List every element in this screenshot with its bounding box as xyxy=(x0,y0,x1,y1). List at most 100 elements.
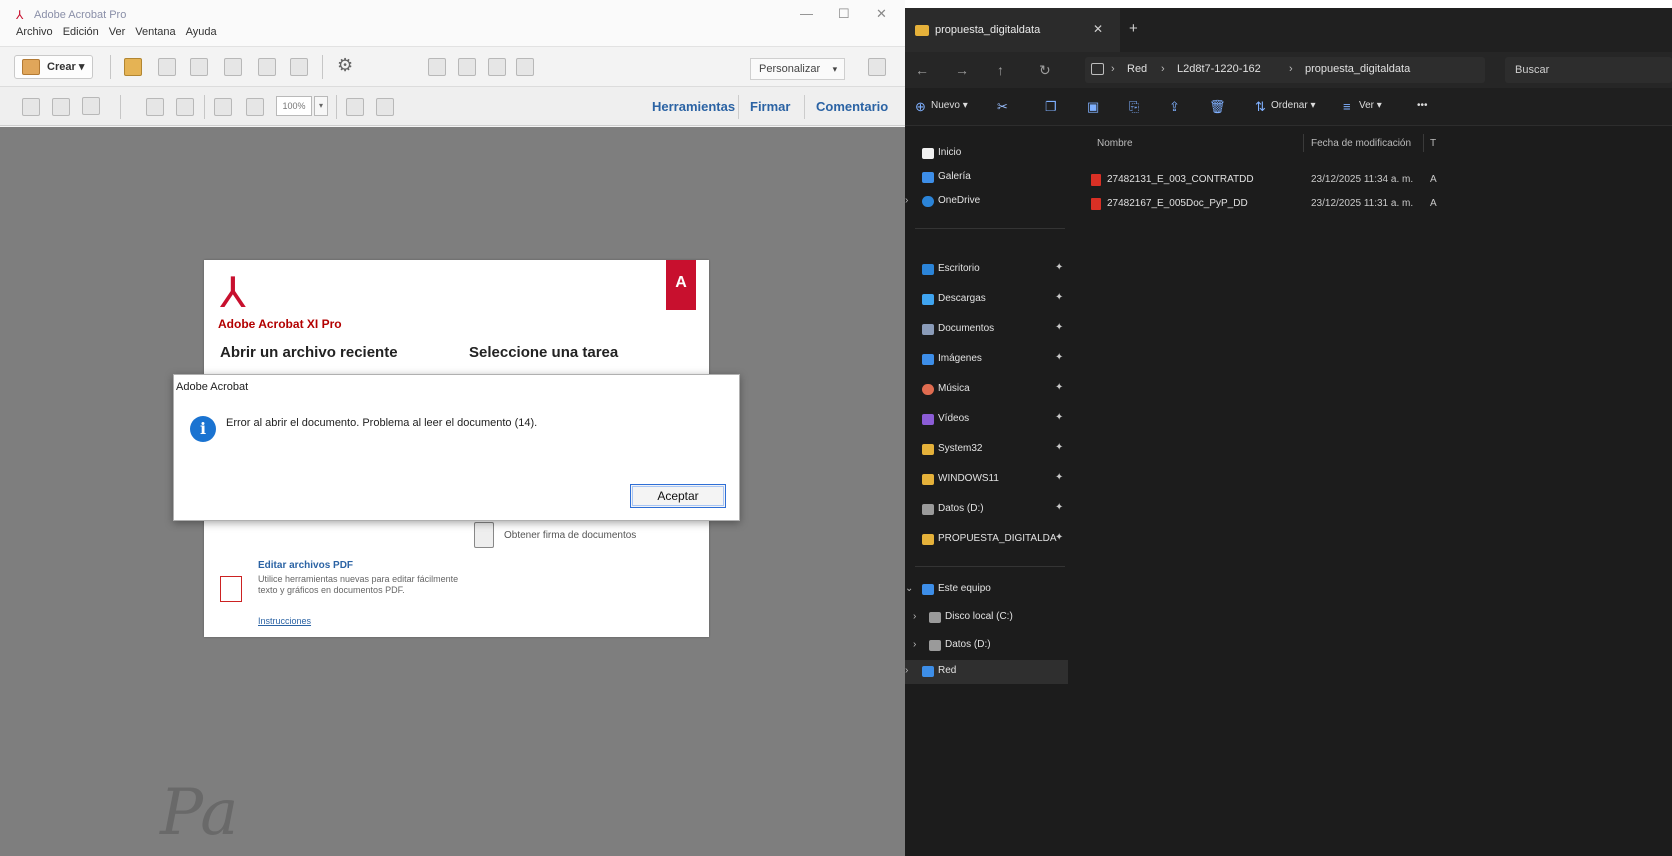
page-number-field[interactable] xyxy=(82,97,100,115)
zoom-dropdown-icon[interactable]: ▾ xyxy=(314,96,328,116)
breadcrumb-host[interactable]: L2d8t7-1220-162 xyxy=(1177,63,1261,75)
sort-button[interactable]: Ordenar ▾ xyxy=(1271,100,1316,111)
chevron-down-icon[interactable]: ⌄ xyxy=(905,583,913,594)
tab-close-icon[interactable]: ✕ xyxy=(1093,22,1103,36)
download-icon xyxy=(922,294,934,305)
sidebar-item-galeria[interactable]: Galería xyxy=(905,166,1068,190)
search-input[interactable]: Buscar xyxy=(1505,57,1672,83)
share-icon[interactable]: ⇪ xyxy=(1169,99,1180,115)
column-header-name[interactable]: Nombre xyxy=(1097,138,1133,149)
chevron-right-icon[interactable]: › xyxy=(905,195,908,206)
edit-pdf-title[interactable]: Editar archivos PDF xyxy=(258,560,353,571)
page-view-icon[interactable] xyxy=(428,58,446,76)
email-icon[interactable] xyxy=(224,58,242,76)
next-page-icon[interactable] xyxy=(52,98,70,116)
table-row[interactable]: 27482131_E_003_CONTRATDD 23/12/2025 11:3… xyxy=(1085,170,1672,190)
chevron-right-icon[interactable]: › xyxy=(913,611,916,622)
up-icon[interactable]: ↑ xyxy=(997,62,1004,78)
page-view-icon[interactable] xyxy=(458,58,476,76)
toolbar-divider xyxy=(204,95,205,119)
drive-icon xyxy=(922,504,934,515)
accept-button[interactable]: Aceptar xyxy=(630,484,726,508)
fit-width-icon[interactable] xyxy=(376,98,394,116)
hand-tool-icon[interactable] xyxy=(176,98,194,116)
customize-button[interactable]: Personalizar ▾ xyxy=(750,58,846,80)
gear-icon[interactable]: ⚙ xyxy=(337,55,353,76)
fit-page-icon[interactable] xyxy=(346,98,364,116)
new-tab-icon[interactable]: + xyxy=(1129,20,1138,37)
pictures-icon xyxy=(922,354,934,365)
view-icon: ≡ xyxy=(1343,99,1351,114)
sidebar-item-system32[interactable]: System32 ✦ xyxy=(905,438,1068,462)
page-view-icon[interactable] xyxy=(488,58,506,76)
sidebar-item-musica[interactable]: Música ✦ xyxy=(905,378,1068,402)
column-divider[interactable] xyxy=(1303,134,1304,152)
print-icon[interactable] xyxy=(190,58,208,76)
task-get-signature[interactable]: Obtener firma de documentos xyxy=(474,522,674,552)
table-row[interactable]: 27482167_E_005Doc_PyP_DD 23/12/2025 11:3… xyxy=(1085,194,1672,214)
refresh-icon[interactable]: ↻ xyxy=(1039,62,1051,79)
rename-icon[interactable]: ⎘ xyxy=(1129,99,1139,115)
zoom-level-input[interactable]: 100% xyxy=(276,96,312,116)
explorer-tab[interactable]: propuesta_digitaldata ✕ xyxy=(905,8,1120,52)
sidebar-item-windows11[interactable]: WINDOWS11 ✦ xyxy=(905,468,1068,492)
sidebar-item-propuesta[interactable]: PROPUESTA_DIGITALDA ✦ xyxy=(905,528,1068,552)
back-icon[interactable]: ← xyxy=(915,62,929,78)
open-folder-icon[interactable] xyxy=(124,58,142,76)
forward-icon[interactable]: → xyxy=(955,62,969,78)
menu-ver[interactable]: Ver xyxy=(109,26,126,38)
copy-icon[interactable]: ❐ xyxy=(1045,99,1057,115)
sidebar-item-disco-local[interactable]: › Disco local (C:) xyxy=(905,606,1068,630)
breadcrumb[interactable]: › Red › L2d8t7-1220-162 › propuesta_digi… xyxy=(1085,57,1485,83)
minimize-icon[interactable]: — xyxy=(800,6,813,21)
sidebar-item-este-equipo[interactable]: ⌄ Este equipo xyxy=(905,578,1068,602)
cut-icon[interactable]: ✂ xyxy=(997,99,1008,115)
breadcrumb-folder[interactable]: propuesta_digitaldata xyxy=(1305,63,1410,75)
zoom-in-icon[interactable] xyxy=(246,98,264,116)
sidebar-item-red[interactable]: › Red xyxy=(905,660,1068,684)
view-button[interactable]: Ver ▾ xyxy=(1359,100,1382,111)
column-divider[interactable] xyxy=(1423,134,1424,152)
share-icon[interactable] xyxy=(290,58,308,76)
sidebar-item-descargas[interactable]: Descargas ✦ xyxy=(905,288,1068,312)
sidebar-item-label: Documentos xyxy=(938,323,995,334)
create-button[interactable]: Crear ▾ xyxy=(14,55,94,79)
menu-archivo[interactable]: Archivo xyxy=(16,26,53,38)
select-tool-icon[interactable] xyxy=(146,98,164,116)
breadcrumb-red[interactable]: Red xyxy=(1127,63,1147,75)
sidebar-item-videos[interactable]: Vídeos ✦ xyxy=(905,408,1068,432)
column-header-type[interactable]: T xyxy=(1430,138,1436,149)
expand-icon[interactable] xyxy=(868,58,886,76)
menu-ayuda[interactable]: Ayuda xyxy=(186,26,217,38)
menu-ventana[interactable]: Ventana xyxy=(135,26,175,38)
sidebar-item-datos[interactable]: Datos (D:) ✦ xyxy=(905,498,1068,522)
delete-icon[interactable]: 🗑 xyxy=(1209,99,1226,115)
tab-comentario[interactable]: Comentario xyxy=(816,99,888,114)
page-view-icon[interactable] xyxy=(516,58,534,76)
tab-herramientas[interactable]: Herramientas xyxy=(652,99,735,114)
chevron-right-icon[interactable]: › xyxy=(905,665,908,676)
sidebar-item-escritorio[interactable]: Escritorio ✦ xyxy=(905,258,1068,282)
close-icon[interactable]: ✕ xyxy=(876,6,887,22)
sidebar-item-imagenes[interactable]: Imágenes ✦ xyxy=(905,348,1068,372)
sidebar-item-datos-drive[interactable]: › Datos (D:) xyxy=(905,634,1068,658)
tab-firmar[interactable]: Firmar xyxy=(750,99,790,114)
maximize-icon[interactable]: ☐ xyxy=(838,6,850,22)
new-icon: ⊕ xyxy=(915,99,926,114)
paste-icon[interactable]: ▣ xyxy=(1087,99,1099,115)
sidebar-item-inicio[interactable]: Inicio xyxy=(905,142,1068,166)
instructions-link[interactable]: Instrucciones xyxy=(258,616,311,626)
sidebar-item-documentos[interactable]: Documentos ✦ xyxy=(905,318,1068,342)
sidebar-item-onedrive[interactable]: › OneDrive xyxy=(905,190,1068,214)
previous-page-icon[interactable] xyxy=(22,98,40,116)
zoom-out-icon[interactable] xyxy=(214,98,232,116)
error-message: Error al abrir el documento. Problema al… xyxy=(226,417,538,429)
more-options-icon[interactable]: ••• xyxy=(1417,100,1428,111)
column-header-modified[interactable]: Fecha de modificación xyxy=(1311,138,1411,149)
menu-edicion[interactable]: Edición xyxy=(63,26,99,38)
new-button[interactable]: Nuevo ▾ xyxy=(931,100,968,111)
save-icon[interactable] xyxy=(158,58,176,76)
acrobat-app-icon: ⅄ xyxy=(16,8,24,22)
edit-icon[interactable] xyxy=(258,58,276,76)
chevron-right-icon[interactable]: › xyxy=(913,639,916,650)
